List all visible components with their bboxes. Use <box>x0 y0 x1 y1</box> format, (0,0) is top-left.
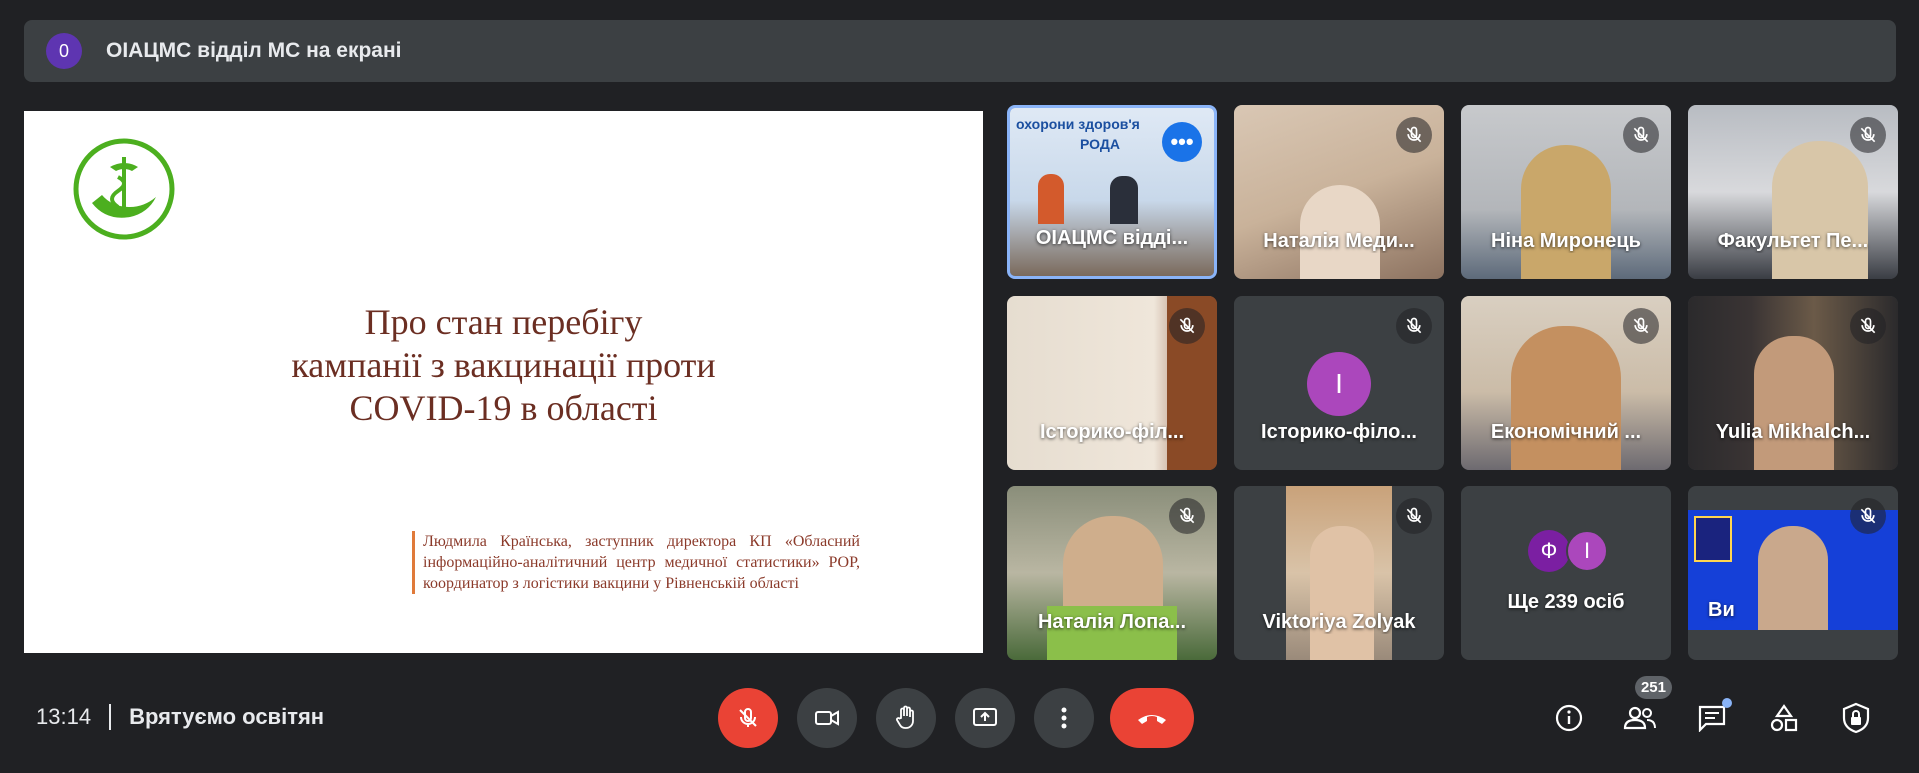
participants-button[interactable]: 251 <box>1614 676 1672 744</box>
participant-tile[interactable]: Історико-філ... <box>1007 296 1217 470</box>
host-controls-button[interactable] <box>1830 692 1882 744</box>
mic-off-icon <box>1623 117 1659 153</box>
participant-name: Історико-філо... <box>1261 421 1417 443</box>
raise-hand-button[interactable] <box>876 688 936 748</box>
presentation-banner-title: ОІАЦМС відділ МС на екрані <box>106 39 402 62</box>
participants-count-badge: 251 <box>1634 676 1672 699</box>
mic-off-icon <box>1850 308 1886 344</box>
slide-title-line: Про стан перебігу <box>364 302 643 342</box>
more-options-button[interactable] <box>1034 688 1094 748</box>
person-figure <box>1310 526 1374 660</box>
more-participants-label: Ще 239 осіб <box>1507 591 1625 613</box>
participant-name: ОІАЦМС відді... <box>1035 227 1189 249</box>
participant-name: Yulia Mikhalch... <box>1715 421 1871 443</box>
participant-name: Viktoriya Zolyak <box>1262 611 1416 633</box>
camera-toggle-button[interactable] <box>797 688 857 748</box>
presentation-banner: 0 ОІАЦМС відділ МС на екрані <box>24 20 1896 82</box>
participant-avatar: Ф <box>1528 530 1570 572</box>
self-tile[interactable]: Ви <box>1688 486 1898 660</box>
mic-off-icon <box>1169 308 1205 344</box>
more-options-icon[interactable]: ••• <box>1162 122 1202 162</box>
activities-icon <box>1770 704 1798 732</box>
participant-name: Ніна Миронець <box>1491 230 1641 252</box>
camera-icon <box>815 710 839 726</box>
presenting-count-badge: 0 <box>46 33 82 69</box>
meeting-details-button[interactable] <box>1543 692 1595 744</box>
medical-logo-icon <box>73 138 175 240</box>
participant-avatar: І <box>1307 352 1371 416</box>
mic-off-icon <box>1623 308 1659 344</box>
participant-name: Факультет Пе... <box>1717 230 1869 252</box>
participant-tile[interactable]: Наталія Меди... <box>1234 105 1444 279</box>
hang-up-icon <box>1138 715 1166 724</box>
participant-tile[interactable]: Факультет Пе... <box>1688 105 1898 279</box>
participant-tile[interactable]: Yulia Mikhalch... <box>1688 296 1898 470</box>
mic-off-icon <box>1396 117 1432 153</box>
person-figure <box>1521 145 1611 279</box>
mic-off-icon <box>739 707 757 727</box>
slide-title-line: кампанії з вакцинації проти <box>291 345 716 385</box>
person-figure <box>1754 336 1834 470</box>
video-banner-text: РОДА <box>1080 136 1120 152</box>
participant-tile[interactable]: Ніна Миронець <box>1461 105 1671 279</box>
info-icon <box>1555 704 1583 732</box>
participant-tile[interactable]: І Історико-філо... <box>1234 296 1444 470</box>
more-participants-tile[interactable]: Ф І Ще 239 осіб <box>1461 486 1671 660</box>
video-banner-text: охорони здоров'я <box>1016 116 1140 132</box>
person-figure <box>1038 174 1064 224</box>
person-figure <box>1110 176 1138 224</box>
shared-screen-slide[interactable]: Про стан перебігу кампанії з вакцинації … <box>24 111 983 653</box>
new-message-dot <box>1722 698 1732 708</box>
participant-name: Наталія Меди... <box>1263 230 1415 252</box>
participant-tile-oiatsms[interactable]: охорони здоров'я РОДА ••• ОІАЦМС відді..… <box>1007 105 1217 279</box>
person-figure <box>1772 141 1868 279</box>
participant-tile[interactable]: Наталія Лопа... <box>1007 486 1217 660</box>
participant-name: Економічний ... <box>1490 421 1642 443</box>
chat-button[interactable] <box>1686 692 1738 744</box>
present-screen-button[interactable] <box>955 688 1015 748</box>
mic-off-icon <box>1169 498 1205 534</box>
mic-off-icon <box>1396 308 1432 344</box>
slide-title: Про стан перебігу кампанії з вакцинації … <box>24 301 983 430</box>
activities-button[interactable] <box>1758 692 1810 744</box>
crest-icon <box>1694 516 1732 562</box>
chat-icon <box>1698 705 1726 732</box>
participant-name: Ви <box>1708 599 1735 621</box>
mic-off-icon <box>1850 498 1886 534</box>
slide-title-line: COVID-19 в області <box>349 388 658 428</box>
participant-tile[interactable]: Viktoriya Zolyak <box>1234 486 1444 660</box>
mic-off-icon <box>1396 498 1432 534</box>
shield-lock-icon <box>1842 702 1870 734</box>
mic-toggle-button[interactable] <box>718 688 778 748</box>
mic-off-icon <box>1850 117 1886 153</box>
more-vert-icon <box>1061 707 1067 729</box>
slide-author-text: Людмила Країнська, заступник директора К… <box>412 531 860 594</box>
people-icon <box>1623 706 1656 730</box>
participant-tile[interactable]: Економічний ... <box>1461 296 1671 470</box>
participant-avatar: І <box>1566 530 1608 572</box>
participant-name: Історико-філ... <box>1040 421 1184 443</box>
person-figure <box>1511 326 1621 470</box>
participant-name: Наталія Лопа... <box>1037 611 1187 633</box>
hand-icon <box>896 705 914 729</box>
present-icon <box>973 708 997 726</box>
leave-call-button[interactable] <box>1110 688 1194 748</box>
